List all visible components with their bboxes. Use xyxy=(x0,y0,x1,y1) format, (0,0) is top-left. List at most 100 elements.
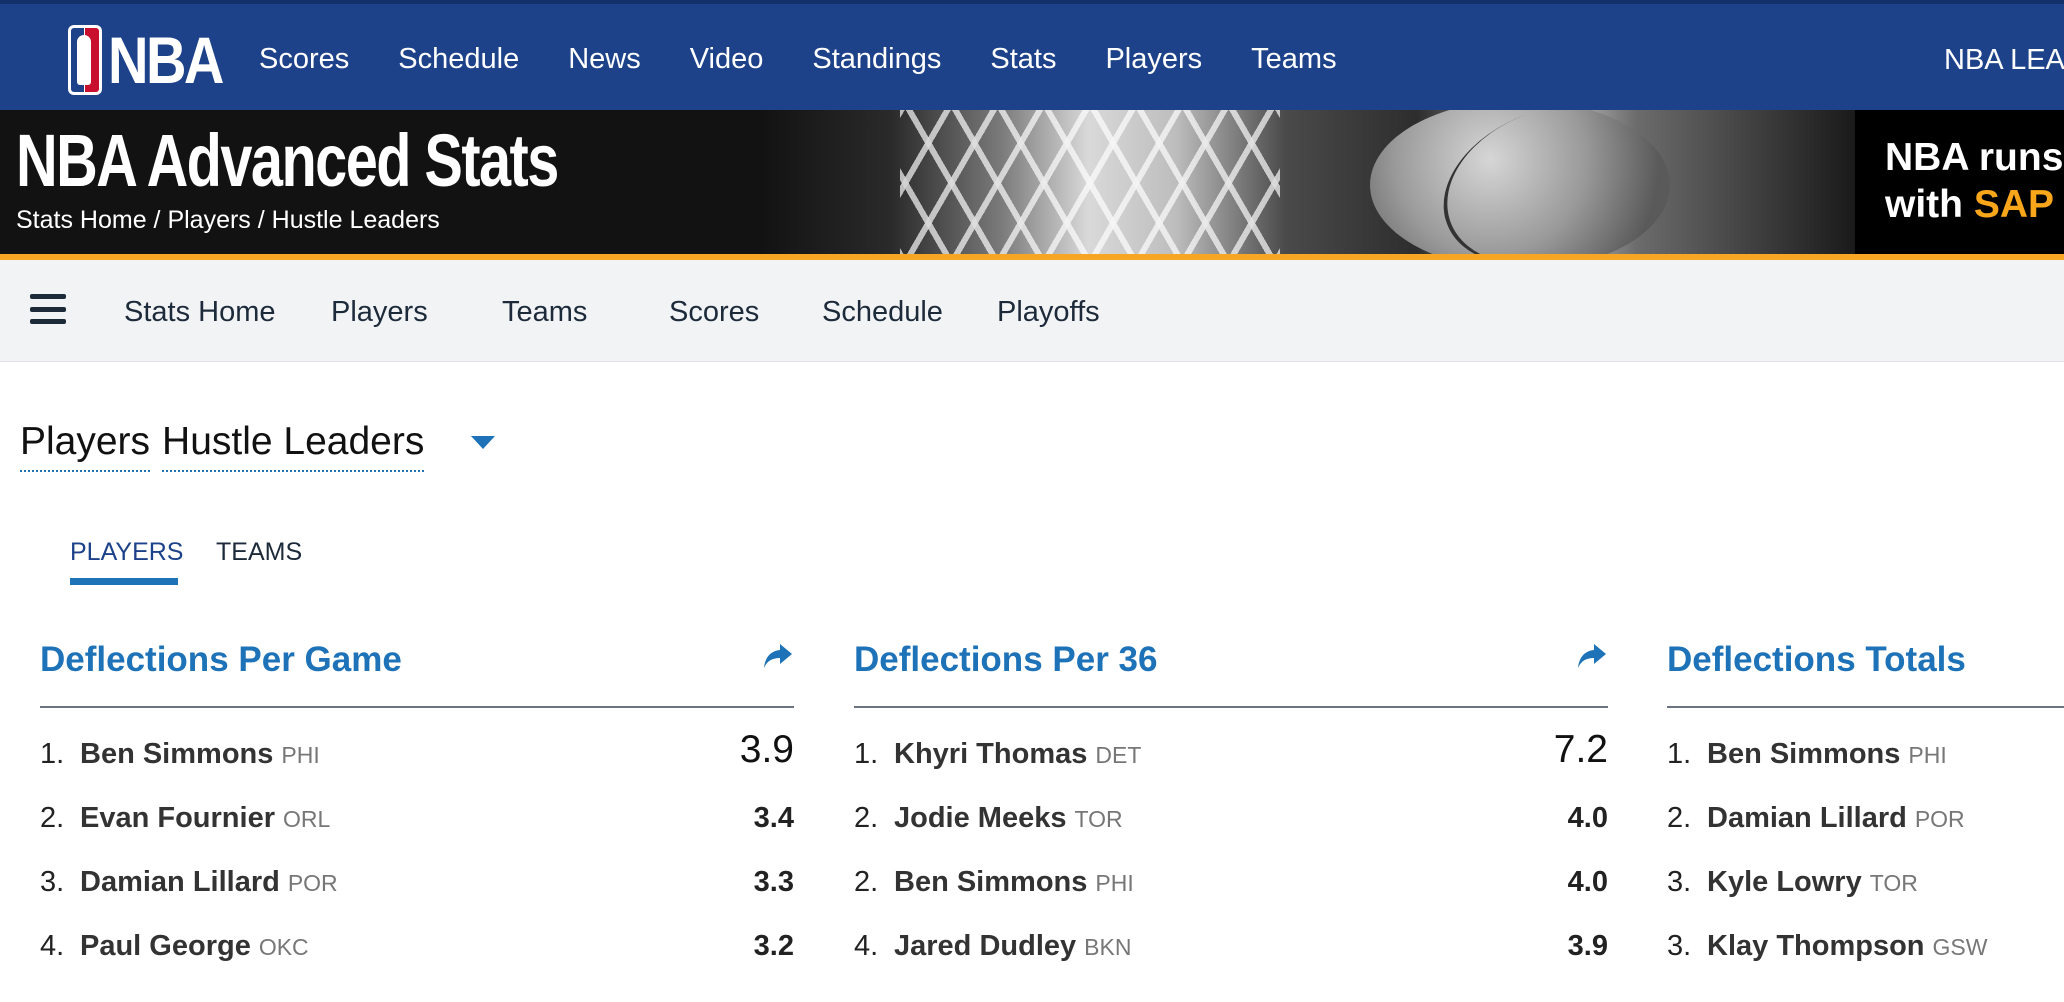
sponsor-brand: SAP xyxy=(1973,183,2055,226)
team-abbr: TOR xyxy=(1074,806,1123,832)
page-title: Players Hustle Leaders xyxy=(20,420,425,472)
subnav-playoffs[interactable]: Playoffs xyxy=(997,296,1100,329)
nba-logo[interactable]: NBA xyxy=(68,24,242,96)
stat-value: 3.4 xyxy=(753,802,794,834)
active-tab-indicator xyxy=(70,578,178,585)
team-abbr: PHI xyxy=(281,742,320,768)
share-icon[interactable] xyxy=(1576,640,1608,672)
sponsor-line-1: NBA runs xyxy=(1885,136,2064,179)
rank: 1. xyxy=(40,738,65,770)
rank: 2. xyxy=(854,866,879,898)
nba-league-link[interactable]: NBA LEA xyxy=(1944,44,2064,77)
leader-card-title[interactable]: Deflections Totals xyxy=(1667,640,1966,680)
team-abbr: GSW xyxy=(1932,934,1988,960)
page-heading: NBA Advanced Stats xyxy=(16,119,559,202)
hero-banner: NBA Advanced Stats Stats Home / Players … xyxy=(0,110,2064,254)
player-name[interactable]: Damian Lillard POR xyxy=(80,866,338,899)
chevron-down-icon[interactable] xyxy=(471,436,495,449)
leader-row[interactable]: 3. Kyle Lowry TOR xyxy=(1667,850,2064,914)
top-nav-stats[interactable]: Stats xyxy=(990,43,1056,76)
top-nav-standings[interactable]: Standings xyxy=(812,43,941,76)
player-name[interactable]: Khyri Thomas DET xyxy=(894,738,1141,771)
player-name[interactable]: Evan Fournier ORL xyxy=(80,802,330,835)
leader-card-header: Deflections Per 36 xyxy=(854,640,1608,708)
rank: 2. xyxy=(40,802,65,834)
leader-card-title[interactable]: Deflections Per Game xyxy=(40,640,402,680)
top-nav-schedule[interactable]: Schedule xyxy=(398,43,519,76)
stat-type-selector[interactable]: Hustle Leaders xyxy=(162,420,425,472)
category-selector[interactable]: Players xyxy=(20,420,151,472)
subnav-teams[interactable]: Teams xyxy=(502,296,587,329)
leader-row[interactable]: 1. Khyri Thomas DET 7.2 xyxy=(854,722,1608,786)
leader-card-deflections-per-36: Deflections Per 36 1. Khyri Thomas DET 7.2 … xyxy=(854,640,1608,978)
stat-value: 3.2 xyxy=(753,930,794,962)
leader-card-title[interactable]: Deflections Per 36 xyxy=(854,640,1157,680)
stat-value: 3.9 xyxy=(1567,930,1608,962)
player-name[interactable]: Ben Simmons PHI xyxy=(894,866,1134,899)
stat-value: 4.0 xyxy=(1567,866,1608,898)
leader-row[interactable]: 1. Ben Simmons PHI xyxy=(1667,722,2064,786)
leader-row[interactable]: 4. Jared Dudley BKN 3.9 xyxy=(854,914,1608,978)
team-abbr: ORL xyxy=(283,806,331,832)
share-icon[interactable] xyxy=(762,640,794,672)
top-nav-video[interactable]: Video xyxy=(690,43,764,76)
basketball-image xyxy=(1370,110,1670,254)
player-name[interactable]: Ben Simmons PHI xyxy=(1707,738,1947,771)
player-name[interactable]: Kyle Lowry TOR xyxy=(1707,866,1918,899)
rank: 4. xyxy=(40,930,65,962)
sponsor-line-2: with SAP xyxy=(1885,181,2064,228)
team-abbr: PHI xyxy=(1095,870,1134,896)
subnav-scores[interactable]: Scores xyxy=(669,296,759,329)
nba-logo-wordmark: NBA xyxy=(108,23,224,97)
sponsor-prefix: with xyxy=(1885,183,1963,226)
subnav-schedule[interactable]: Schedule xyxy=(822,296,943,329)
player-name[interactable]: Jodie Meeks TOR xyxy=(894,802,1123,835)
subnav-stats-home[interactable]: Stats Home xyxy=(124,296,276,329)
player-name[interactable]: Jared Dudley BKN xyxy=(894,930,1131,963)
team-abbr: DET xyxy=(1095,742,1142,768)
leader-card-deflections-totals: Deflections Totals 1. Ben Simmons PHI 2. Da… xyxy=(1667,640,2064,978)
team-abbr: BKN xyxy=(1084,934,1132,960)
team-abbr: PHI xyxy=(1908,742,1947,768)
rank: 4. xyxy=(854,930,879,962)
top-nav-scores[interactable]: Scores xyxy=(259,43,349,76)
nba-logo-mark-icon xyxy=(68,25,102,95)
player-name[interactable]: Damian Lillard POR xyxy=(1707,802,1965,835)
stat-value: 3.3 xyxy=(753,866,794,898)
player-name[interactable]: Klay Thompson GSW xyxy=(1707,930,1987,963)
leader-row[interactable]: 2. Ben Simmons PHI 4.0 xyxy=(854,850,1608,914)
leader-card-header: Deflections Totals xyxy=(1667,640,2064,708)
team-abbr: OKC xyxy=(258,934,309,960)
top-nav-players[interactable]: Players xyxy=(1105,43,1202,76)
team-abbr: POR xyxy=(1914,806,1965,832)
leader-row[interactable]: 2. Damian Lillard POR xyxy=(1667,786,2064,850)
sponsor-ad[interactable]: NBA runs with SAP xyxy=(1855,110,2064,254)
team-abbr: POR xyxy=(287,870,338,896)
hamburger-menu-icon[interactable] xyxy=(30,294,66,324)
leader-row[interactable]: 2. Evan Fournier ORL 3.4 xyxy=(40,786,794,850)
stat-value: 4.0 xyxy=(1567,802,1608,834)
breadcrumb[interactable]: Stats Home / Players / Hustle Leaders xyxy=(16,206,440,235)
player-name[interactable]: Ben Simmons PHI xyxy=(80,738,320,771)
rank: 2. xyxy=(1667,802,1692,834)
leader-card-deflections-per-game: Deflections Per Game 1. Ben Simmons PHI 3.9… xyxy=(40,640,794,978)
top-nav-news[interactable]: News xyxy=(568,43,641,76)
stat-value: 7.2 xyxy=(1553,728,1608,771)
leader-row[interactable]: 4. Paul George OKC 3.2 xyxy=(40,914,794,978)
rank: 3. xyxy=(40,866,65,898)
rank: 1. xyxy=(854,738,879,770)
subnav-players[interactable]: Players xyxy=(331,296,428,329)
rank: 2. xyxy=(854,802,879,834)
player-name[interactable]: Paul George OKC xyxy=(80,930,309,963)
stats-sub-nav: Stats Home Players Teams Scores Schedule… xyxy=(0,260,2064,362)
leader-row[interactable]: 3. Klay Thompson GSW xyxy=(1667,914,2064,978)
basketball-net-image xyxy=(900,110,1280,254)
rank: 3. xyxy=(1667,930,1692,962)
leader-row[interactable]: 3. Damian Lillard POR 3.3 xyxy=(40,850,794,914)
leader-row[interactable]: 1. Ben Simmons PHI 3.9 xyxy=(40,722,794,786)
top-nav-teams[interactable]: Teams xyxy=(1251,43,1336,76)
team-abbr: TOR xyxy=(1869,870,1918,896)
tab-players[interactable]: PLAYERS xyxy=(70,538,183,567)
tab-teams[interactable]: TEAMS xyxy=(216,538,302,567)
leader-row[interactable]: 2. Jodie Meeks TOR 4.0 xyxy=(854,786,1608,850)
